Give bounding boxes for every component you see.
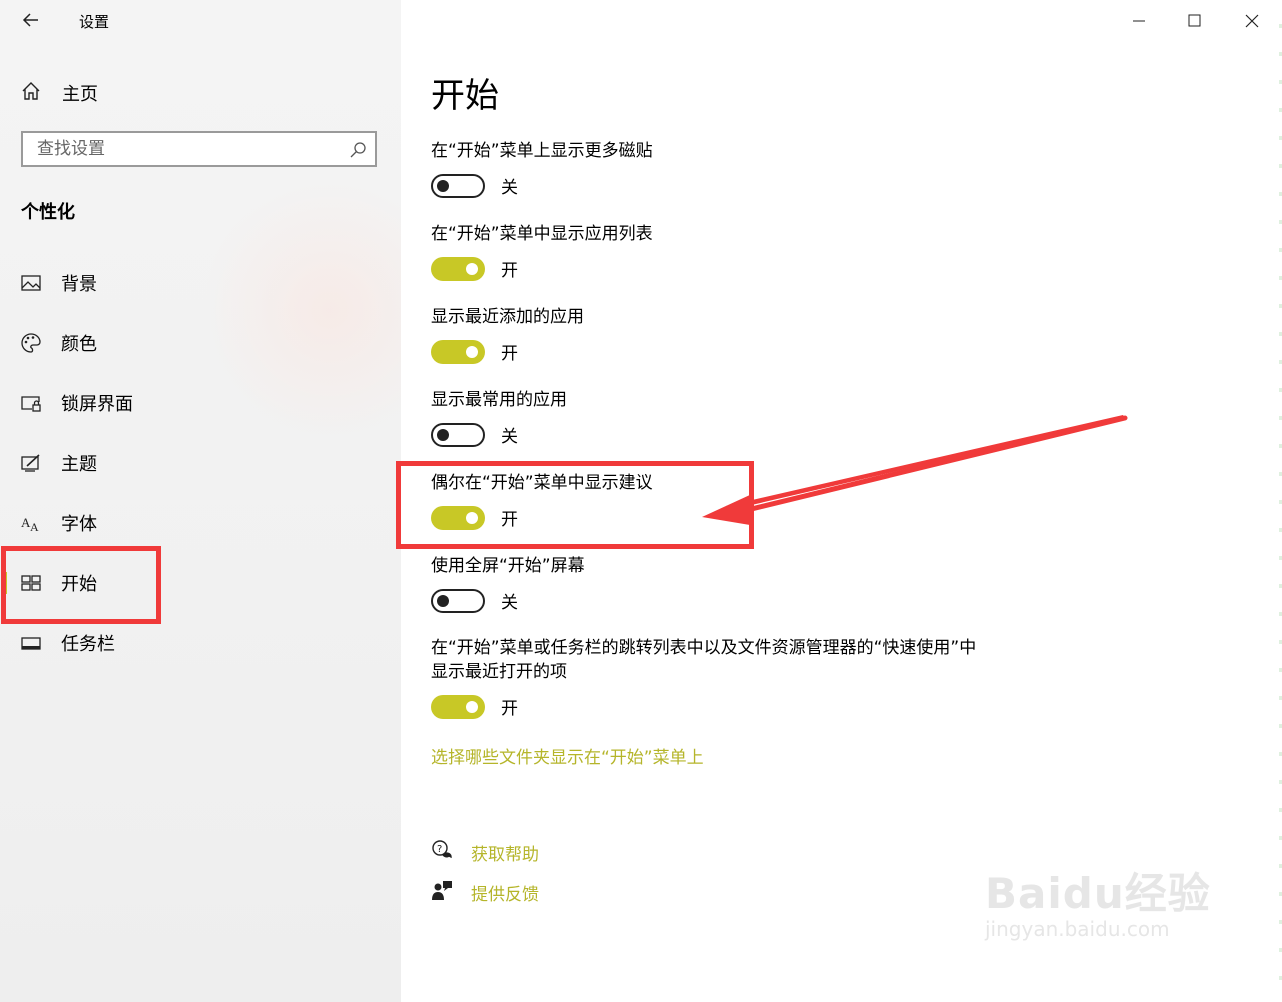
get-help-label: 获取帮助 — [471, 844, 539, 865]
sidebar-item-label: 颜色 — [61, 334, 97, 355]
start-icon — [20, 572, 42, 594]
search-box[interactable] — [21, 131, 377, 167]
setting-full-screen: 使用全屏“开始”屏幕 关 — [431, 554, 585, 613]
sidebar-item-lock-screen[interactable]: 锁屏界面 — [0, 378, 400, 428]
active-indicator — [4, 572, 7, 594]
toggle-knob — [437, 428, 449, 441]
toggle-state-label: 开 — [501, 261, 518, 281]
annotation-arrow-icon — [702, 415, 1128, 525]
close-icon[interactable] — [1237, 6, 1267, 36]
toggle-state-label: 开 — [501, 699, 518, 719]
maximize-icon[interactable] — [1180, 6, 1210, 36]
setting-label-line1: 在“开始”菜单或任务栏的跳转列表中以及文件资源管理器的“快速使用”中 — [431, 638, 977, 658]
toggle-knob — [437, 594, 449, 607]
toggle-state-label: 开 — [501, 510, 518, 530]
home-icon — [20, 80, 42, 106]
font-icon: AA — [20, 512, 42, 534]
picture-icon — [20, 272, 42, 294]
toggle-state-label: 开 — [501, 344, 518, 364]
toggle-knob — [466, 262, 478, 275]
sidebar-item-themes[interactable]: 主题 — [0, 438, 400, 488]
choose-folders-link[interactable]: 选择哪些文件夹显示在“开始”菜单上 — [431, 743, 704, 768]
home-nav-item[interactable]: 主页 — [20, 80, 98, 106]
theme-icon — [20, 452, 42, 474]
toggle-switch[interactable] — [431, 339, 485, 364]
feedback-icon — [431, 879, 453, 905]
sidebar: 设置 主页 个性化 背景 颜色 锁屏界面 主题 — [0, 0, 401, 1002]
toggle-knob — [437, 179, 449, 192]
setting-label: 使用全屏“开始”屏幕 — [431, 556, 585, 576]
home-label: 主页 — [62, 84, 98, 105]
toggle-switch[interactable] — [431, 505, 485, 530]
sidebar-item-start[interactable]: 开始 — [0, 558, 400, 608]
minimize-icon[interactable] — [1124, 6, 1154, 36]
give-feedback-label: 提供反馈 — [471, 884, 539, 905]
toggle-switch[interactable] — [431, 588, 485, 613]
taskbar-icon — [20, 632, 42, 654]
window-title: 设置 — [79, 13, 110, 31]
setting-label: 在“开始”菜单中显示应用列表 — [431, 224, 653, 244]
setting-suggestions: 偶尔在“开始”菜单中显示建议 开 — [431, 471, 653, 530]
sidebar-item-fonts[interactable]: AA 字体 — [0, 498, 400, 548]
toggle-switch[interactable] — [431, 694, 485, 719]
setting-label: 显示最近添加的应用 — [431, 307, 584, 327]
watermark-line2: jingyan.baidu.com — [985, 917, 1170, 941]
section-title: 个性化 — [21, 202, 75, 223]
setting-label: 偶尔在“开始”菜单中显示建议 — [431, 473, 653, 493]
sidebar-item-label: 主题 — [61, 454, 97, 475]
setting-app-list: 在“开始”菜单中显示应用列表 开 — [431, 222, 653, 281]
sidebar-item-background[interactable]: 背景 — [0, 258, 400, 308]
sidebar-item-label: 背景 — [61, 274, 97, 295]
sidebar-item-label: 开始 — [61, 574, 97, 595]
sidebar-item-label: 字体 — [61, 514, 97, 535]
help-chat-icon: ? — [431, 839, 453, 865]
sidebar-item-taskbar[interactable]: 任务栏 — [0, 618, 400, 668]
setting-label-line2: 显示最近打开的项 — [431, 662, 567, 682]
lock-screen-icon — [20, 392, 42, 414]
baidu-watermark: Baidu经验 jingyan.baidu.com — [985, 860, 1211, 941]
toggle-state-label: 关 — [501, 427, 518, 447]
toggle-knob — [466, 700, 478, 713]
setting-more-tiles: 在“开始”菜单上显示更多磁贴 关 — [431, 139, 653, 198]
toggle-state-label: 关 — [501, 593, 518, 613]
get-help-link[interactable]: ? 获取帮助 — [431, 839, 539, 865]
back-arrow-icon[interactable] — [20, 9, 42, 31]
toggle-knob — [466, 345, 478, 358]
search-icon[interactable] — [349, 141, 367, 163]
toggle-switch[interactable] — [431, 256, 485, 281]
setting-most-used: 显示最常用的应用 关 — [431, 388, 567, 447]
setting-recent-items: 在“开始”菜单或任务栏的跳转列表中以及文件资源管理器的“快速使用”中 显示最近打… — [431, 636, 976, 719]
setting-label: 在“开始”菜单上显示更多磁贴 — [431, 141, 653, 161]
sidebar-item-label: 任务栏 — [61, 634, 115, 655]
svg-text:A: A — [30, 520, 39, 534]
sidebar-item-colors[interactable]: 颜色 — [0, 318, 400, 368]
give-feedback-link[interactable]: 提供反馈 — [431, 879, 539, 905]
svg-text:?: ? — [437, 844, 442, 855]
sidebar-item-label: 锁屏界面 — [61, 394, 133, 415]
setting-recently-added: 显示最近添加的应用 开 — [431, 305, 584, 364]
toggle-knob — [466, 511, 478, 524]
watermark-line1: Baidu经验 — [985, 869, 1211, 918]
toggle-switch[interactable] — [431, 173, 485, 198]
toggle-switch[interactable] — [431, 422, 485, 447]
setting-label: 显示最常用的应用 — [431, 390, 567, 410]
toggle-state-label: 关 — [501, 178, 518, 198]
palette-icon — [20, 332, 42, 354]
search-input[interactable] — [23, 133, 337, 165]
page-title: 开始 — [431, 76, 499, 116]
